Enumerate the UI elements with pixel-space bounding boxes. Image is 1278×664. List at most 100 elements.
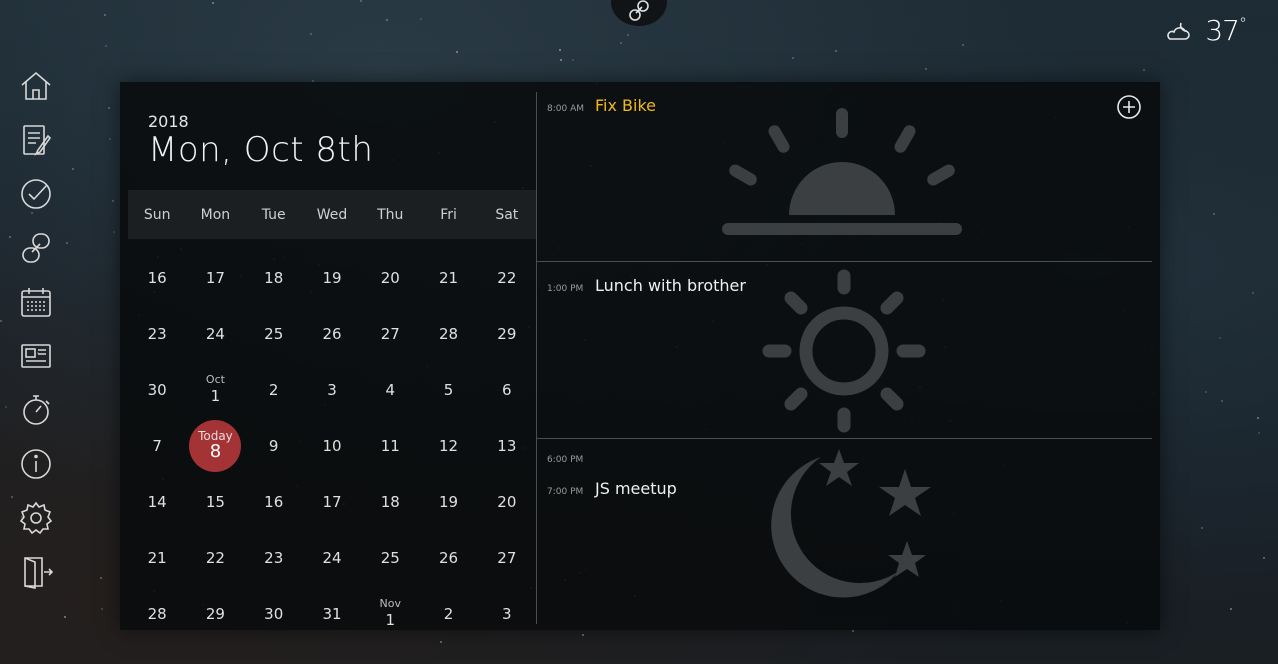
calendar-day[interactable]: 21 bbox=[128, 530, 186, 586]
sidebar-item-links[interactable] bbox=[16, 228, 56, 268]
calendar-day[interactable]: 19 bbox=[419, 474, 477, 530]
star bbox=[1229, 608, 1232, 610]
top-link-button[interactable] bbox=[611, 0, 667, 26]
star bbox=[1257, 416, 1260, 419]
star bbox=[620, 42, 623, 45]
calendar-day[interactable]: 19 bbox=[303, 250, 361, 306]
calendar-week-row: 30 Oct 1 2 3 4 5 6 bbox=[128, 362, 536, 418]
calendar-day[interactable]: 22 bbox=[186, 530, 244, 586]
weekday-label: Thu bbox=[377, 206, 404, 223]
calendar-day[interactable]: 2 bbox=[419, 586, 477, 642]
day-number: 21 bbox=[439, 269, 459, 287]
calendar-day[interactable]: 9 bbox=[245, 418, 303, 474]
calendar-day[interactable]: 28 bbox=[419, 306, 477, 362]
calendar-day[interactable]: 29 bbox=[186, 586, 244, 642]
star bbox=[65, 242, 68, 245]
calendar-day[interactable]: 26 bbox=[419, 530, 477, 586]
calendar-day[interactable]: 20 bbox=[478, 474, 536, 530]
agenda-slot-evening: 6:00 PM 7:00 PM JS meetup bbox=[537, 439, 1152, 630]
star bbox=[8, 236, 11, 239]
sidebar-item-info[interactable] bbox=[16, 444, 56, 484]
calendar-day[interactable]: 17 bbox=[303, 474, 361, 530]
temperature: 37° bbox=[1205, 14, 1247, 47]
calendar-day[interactable]: 30 bbox=[245, 586, 303, 642]
calendar-day[interactable]: 11 bbox=[361, 418, 419, 474]
weekday-label: Wed bbox=[316, 206, 348, 223]
calendar-day[interactable]: 3 bbox=[478, 586, 536, 642]
day-number: 29 bbox=[205, 605, 225, 623]
weekday-label: Tue bbox=[261, 206, 286, 223]
calendar-day[interactable]: 27 bbox=[478, 530, 536, 586]
sun-icon bbox=[762, 269, 926, 433]
day-number: 20 bbox=[497, 493, 517, 511]
add-event-button[interactable] bbox=[1116, 94, 1142, 120]
calendar-day[interactable]: 27 bbox=[361, 306, 419, 362]
day-number: 19 bbox=[439, 493, 459, 511]
sidebar-item-news[interactable] bbox=[16, 336, 56, 376]
sidebar-item-tasks[interactable] bbox=[16, 174, 56, 214]
weekday-label: Fri bbox=[440, 206, 457, 223]
calendar-day[interactable]: 31 bbox=[303, 586, 361, 642]
today-highlight: Today 8 bbox=[189, 420, 242, 472]
calendar-day[interactable]: 17 bbox=[186, 250, 244, 306]
weekday-label: Sat bbox=[495, 206, 519, 223]
calendar-day[interactable]: 26 bbox=[303, 306, 361, 362]
calendar-day[interactable]: 7 bbox=[128, 418, 186, 474]
calendar-day[interactable]: 25 bbox=[245, 306, 303, 362]
calendar-day[interactable]: 4 bbox=[361, 362, 419, 418]
event-item[interactable]: 1:00 PM Lunch with brother bbox=[547, 276, 746, 295]
calendar-day[interactable]: 3 bbox=[303, 362, 361, 418]
day-number: 9 bbox=[268, 437, 279, 455]
notes-icon bbox=[23, 125, 52, 156]
calendar-day[interactable]: 24 bbox=[303, 530, 361, 586]
calendar-day[interactable]: 29 bbox=[478, 306, 536, 362]
calendar-day[interactable]: 6 bbox=[478, 362, 536, 418]
sidebar-item-timer[interactable] bbox=[16, 390, 56, 430]
day-number: 13 bbox=[497, 437, 517, 455]
sidebar-item-logout[interactable] bbox=[16, 552, 56, 592]
star bbox=[851, 630, 854, 633]
calendar-day[interactable]: 5 bbox=[419, 362, 477, 418]
calendar-day[interactable]: 21 bbox=[419, 250, 477, 306]
sidebar-item-settings[interactable] bbox=[16, 498, 56, 538]
star bbox=[386, 19, 389, 22]
calendar-day[interactable]: 16 bbox=[245, 474, 303, 530]
calendar-day[interactable]: 25 bbox=[361, 530, 419, 586]
day-number: 17 bbox=[322, 493, 342, 511]
calendar-day[interactable]: 30 bbox=[128, 362, 186, 418]
calendar-week-row: 7 Today 8 9 10 11 12 13 bbox=[128, 418, 536, 474]
calendar-day[interactable]: 14 bbox=[128, 474, 186, 530]
calendar-day[interactable]: 23 bbox=[128, 306, 186, 362]
calendar-day[interactable]: 22 bbox=[478, 250, 536, 306]
sidebar-item-calendar[interactable] bbox=[16, 282, 56, 322]
day-number: 3 bbox=[502, 605, 512, 623]
calendar-day[interactable]: 10 bbox=[303, 418, 361, 474]
calendar-day[interactable]: 2 bbox=[245, 362, 303, 418]
event-item[interactable]: 7:00 PM JS meetup bbox=[547, 479, 677, 498]
calendar-day[interactable]: 28 bbox=[128, 586, 186, 642]
calendar-day[interactable]: 15 bbox=[186, 474, 244, 530]
day-number: 26 bbox=[439, 549, 459, 567]
calendar-day[interactable]: 12 bbox=[419, 418, 477, 474]
calendar-day[interactable]: Oct 1 bbox=[186, 362, 244, 418]
sidebar-item-home[interactable] bbox=[16, 66, 56, 106]
calendar-day[interactable]: 24 bbox=[186, 306, 244, 362]
calendar-day[interactable]: 20 bbox=[361, 250, 419, 306]
star bbox=[1221, 399, 1224, 402]
time-marker: 6:00 PM bbox=[547, 455, 584, 465]
day-number: 24 bbox=[205, 325, 225, 343]
calendar-day[interactable]: 18 bbox=[245, 250, 303, 306]
calendar-day[interactable]: Nov 1 bbox=[361, 586, 419, 642]
sidebar-item-notes[interactable] bbox=[16, 120, 56, 160]
day-number: 5 bbox=[443, 381, 454, 399]
calendar-day[interactable]: 16 bbox=[128, 250, 186, 306]
calendar-day-today[interactable]: Today 8 bbox=[186, 418, 244, 474]
month-label: Nov bbox=[379, 597, 401, 610]
calendar-day[interactable]: 13 bbox=[478, 418, 536, 474]
calendar-day[interactable]: 18 bbox=[361, 474, 419, 530]
day-number: 30 bbox=[147, 381, 167, 399]
day-number: 1 bbox=[385, 611, 396, 629]
event-item[interactable]: 8:00 AM Fix Bike bbox=[547, 96, 656, 115]
timer-icon bbox=[23, 395, 50, 425]
calendar-day[interactable]: 23 bbox=[245, 530, 303, 586]
